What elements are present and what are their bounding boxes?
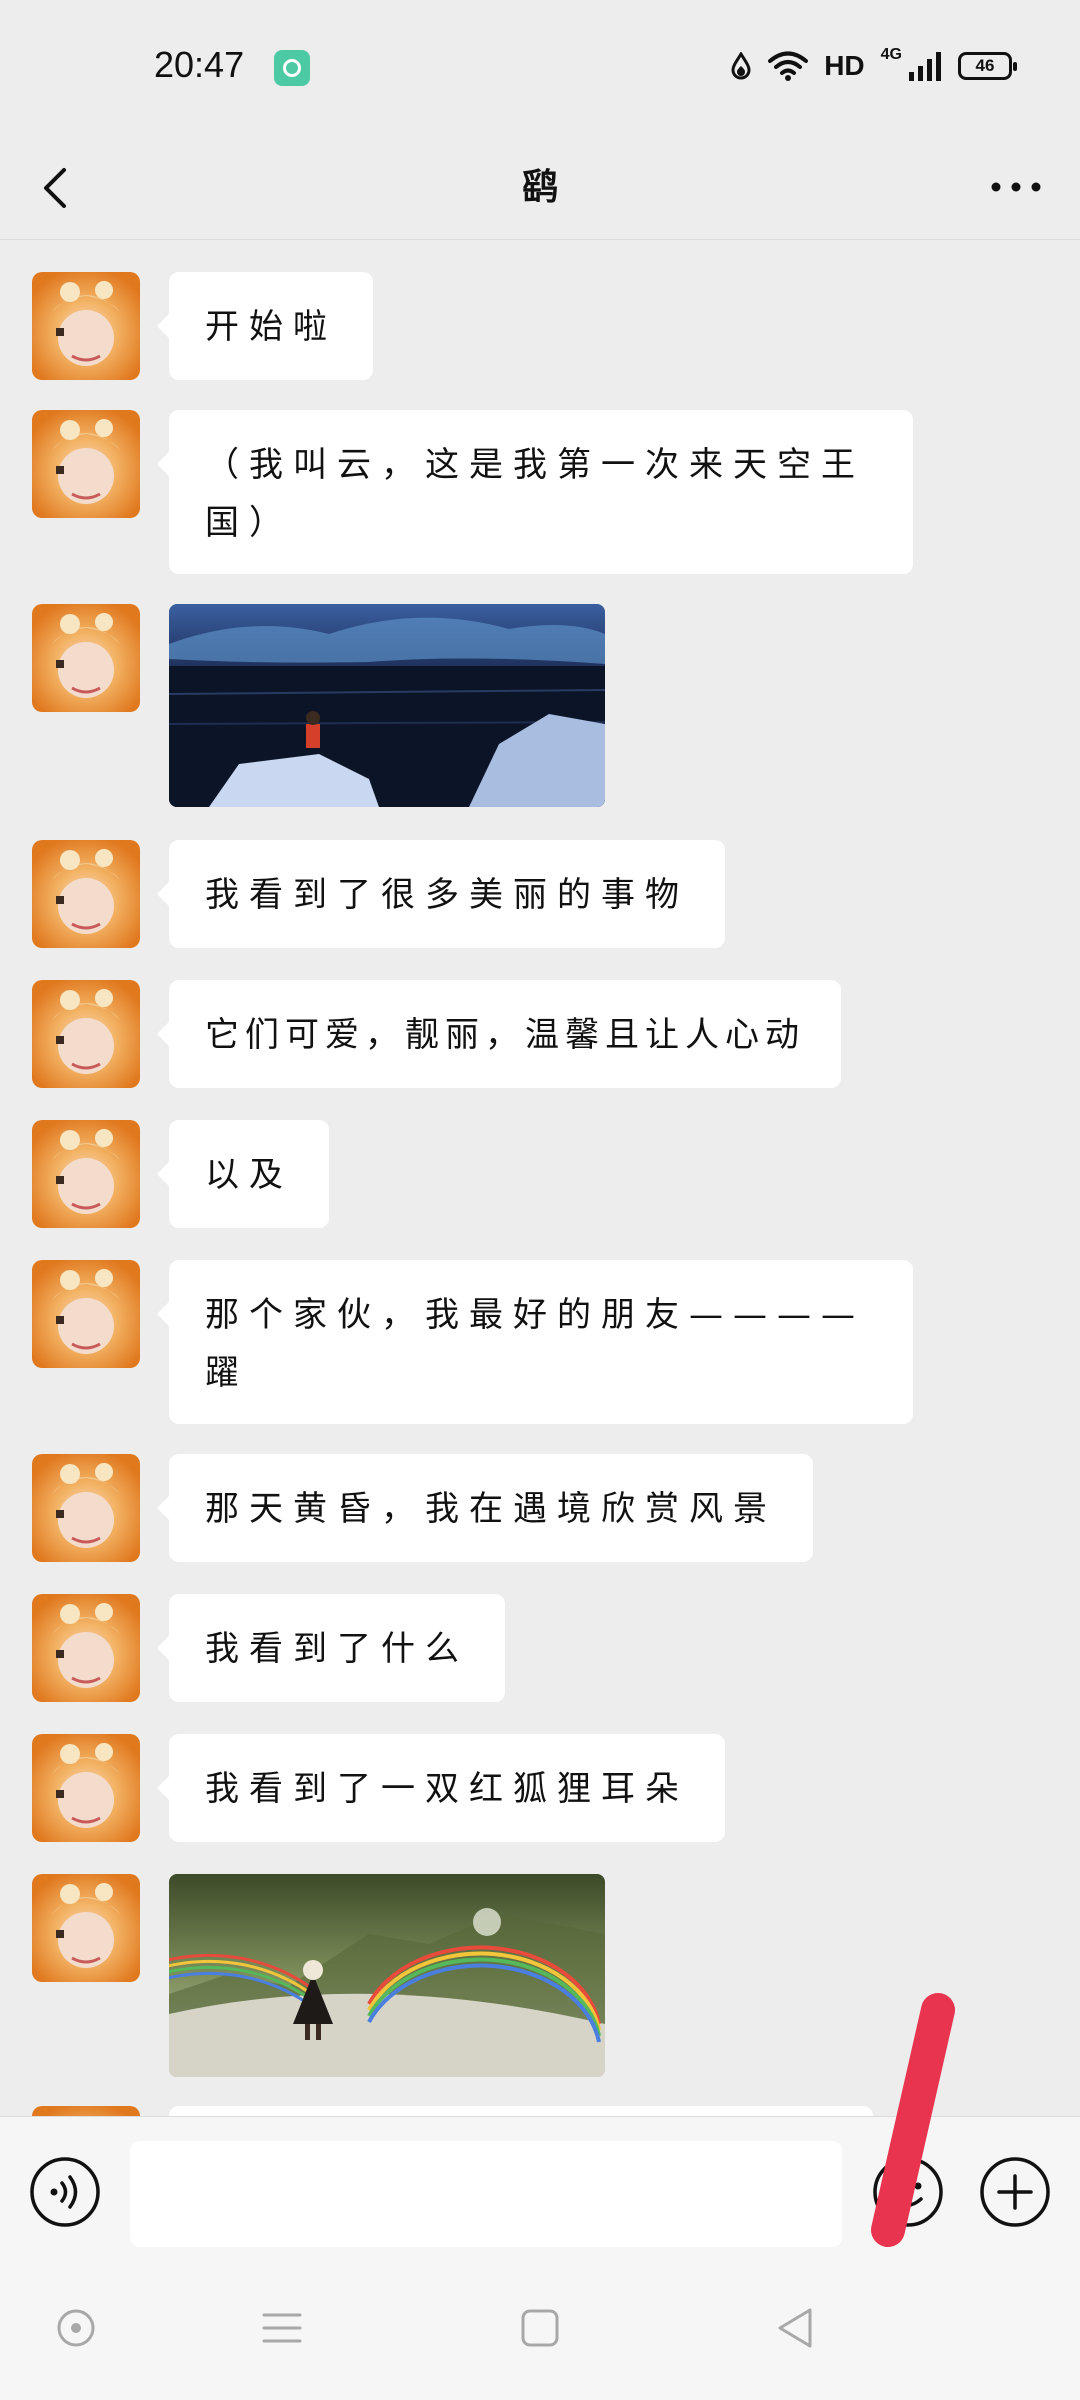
status-bar: 20:47 HD 4G 46 [0,0,1080,136]
more-dots-icon[interactable] [986,172,1046,202]
avatar[interactable] [32,840,140,948]
avatar[interactable] [32,1874,140,1982]
menu-lines-icon[interactable] [252,2298,312,2358]
rainbow-valley-photo[interactable] [169,1874,605,2077]
avatar[interactable] [32,604,140,712]
data-saver-drop-icon [731,52,751,80]
hd-label: HD [824,50,865,81]
avatar[interactable] [32,1120,140,1228]
message-bubble[interactable]: 那个家伙，我最好的朋友————躍 [157,1260,913,1424]
message-input[interactable] [130,2141,842,2247]
message-bubble[interactable]: 那天黄昏，我在遇境欣赏风景 [157,1454,813,1562]
message-bubble[interactable] [169,2106,873,2116]
voice-icon[interactable] [28,2155,102,2229]
chat-header: 鹞 [0,136,1080,240]
message-bubble[interactable]: 我看到了一双红狐狸耳朵 [157,1734,725,1842]
home-square-icon[interactable] [510,2298,570,2358]
back-triangle-icon[interactable] [766,2298,826,2358]
avatar[interactable] [32,410,140,518]
avatar[interactable] [32,1734,140,1842]
network-type-label: 4G [880,46,902,63]
app-notification-icon [274,50,310,86]
avatar[interactable] [32,1260,140,1368]
message-bubble[interactable]: 开始啦 [157,272,373,380]
message-bubble[interactable]: （我叫云，这是我第一次来天空王国） [157,410,913,574]
message-bubble[interactable]: 我看到了很多美丽的事物 [157,840,725,948]
status-icons: HD 4G 46 [730,44,1017,88]
signal-icon [909,52,941,81]
input-bar [0,2116,1080,2258]
avatar[interactable] [32,980,140,1088]
avatar[interactable] [32,2106,140,2116]
avatar[interactable] [32,1594,140,1702]
wifi-icon [768,51,809,81]
battery-icon: 46 [958,52,1017,80]
night-sea-photo[interactable] [169,604,605,807]
avatar[interactable] [32,272,140,380]
status-time: 20:47 [154,44,245,85]
message-bubble[interactable]: 我看到了什么 [157,1594,505,1702]
message-bubble[interactable]: 以及 [157,1120,329,1228]
assistant-circle-icon[interactable] [46,2298,106,2358]
message-bubble[interactable]: 它们可爱，靓丽，温馨且让人心动 [157,980,841,1088]
plus-icon[interactable] [978,2155,1052,2229]
avatar[interactable] [32,1454,140,1562]
chat-title: 鹞 [521,167,558,208]
emoji-icon[interactable] [871,2155,945,2229]
system-nav-bar [0,2258,1080,2400]
message-list[interactable]: 开始啦 （我叫云，这是我第一次来天空王国） 我看到了很多美丽的事物 它们可爱，靓… [0,240,1080,2116]
